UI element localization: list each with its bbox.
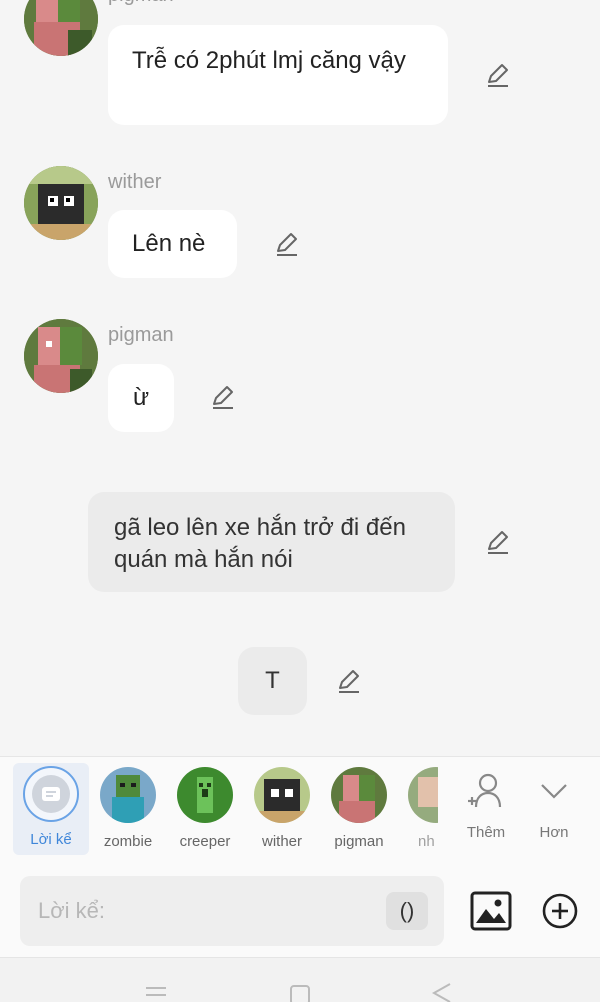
more-label: Hơn [539,824,569,841]
avatar-partial [408,767,438,823]
more-button[interactable]: Hơn [524,771,584,841]
plus-circle-icon [542,893,578,929]
back-icon[interactable] [430,982,454,1002]
message-bubble[interactable]: Trễ có 2phút lmj căng vậy [108,25,448,125]
cast-narration[interactable]: Lời kể [13,763,89,855]
cast-label: nh [418,833,435,850]
add-character-button[interactable]: Thêm [456,771,516,841]
edit-icon[interactable] [483,61,511,89]
narration-bubble[interactable]: gã leo lên xe hắn trở đi đến quán mà hắn… [88,492,455,592]
cast-label: wither [261,833,302,850]
message-input[interactable]: Lời kể: () [20,876,444,946]
message-icon [32,775,70,813]
cast-creeper[interactable]: creeper [167,767,243,850]
message-text: ừ [132,384,150,411]
cast-label: zombie [103,833,153,850]
parenthesis-button[interactable]: () [386,892,428,930]
system-nav-bar [0,957,600,1002]
sender-name: pigman [108,324,174,346]
add-person-icon [468,773,502,808]
edit-icon[interactable] [272,230,300,258]
narration-text: gã leo lên xe hắn trở đi đến quán mà hắn… [114,514,406,573]
character-selector: Lời kể zombie creeper wither pigman nh T… [0,756,600,866]
cast-label: Lời kể [30,831,72,848]
home-icon[interactable] [288,984,312,1002]
avatar-wither [254,767,310,823]
image-icon [470,891,512,931]
message-text: Trễ có 2phút lmj căng vậy [132,47,406,74]
avatar-zombie [100,767,156,823]
chat-area: pigman Trễ có 2phút lmj căng vậy wither … [0,0,600,756]
cast-label: creeper [179,833,231,850]
narration-avatar [23,766,79,822]
message-text: Lên nè [132,230,206,257]
sender-name: pigman [108,0,174,7]
message-bubble[interactable]: Lên nè [108,210,237,278]
add-label: Thêm [466,824,506,841]
cast-partial[interactable]: nh [398,767,438,850]
edit-icon[interactable] [208,383,236,411]
narration-text: T [265,667,280,694]
message-bubble[interactable]: ừ [108,364,174,432]
image-button[interactable] [470,891,512,931]
avatar-wither[interactable] [24,166,98,240]
edit-icon[interactable] [483,528,511,556]
composer: Lời kể: () [0,865,600,957]
menu-icon[interactable] [144,984,168,1002]
sender-name: wither [108,171,162,193]
avatar-creeper [177,767,233,823]
cast-label: pigman [334,833,384,850]
narration-bubble[interactable]: T [238,647,307,715]
input-placeholder: Lời kể: [38,898,106,923]
cast-wither[interactable]: wither [244,767,320,850]
avatar-pigman [331,767,387,823]
avatar-pigman[interactable] [24,0,98,56]
cast-zombie[interactable]: zombie [90,767,166,850]
edit-icon[interactable] [334,667,362,695]
add-button[interactable] [541,892,579,930]
chevron-down-icon [541,784,567,799]
cast-pigman[interactable]: pigman [321,767,397,850]
avatar-pigman[interactable] [24,319,98,393]
